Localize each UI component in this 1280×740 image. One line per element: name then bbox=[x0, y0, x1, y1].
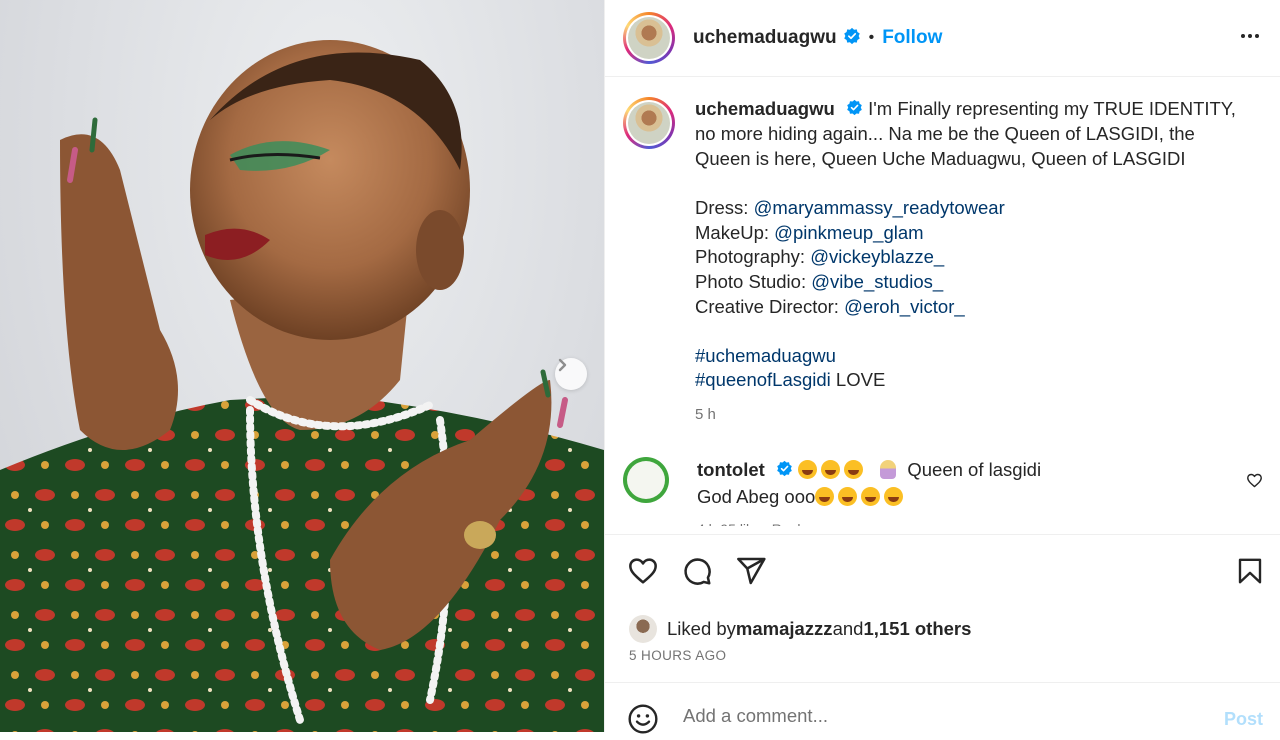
mention-link[interactable]: @eroh_victor_ bbox=[844, 296, 965, 317]
comments-area[interactable]: uchemaduagwu I'm Finally representing my… bbox=[605, 77, 1280, 534]
comment-meta: 4 h 95 likes Reply bbox=[697, 516, 1041, 526]
credit-line: MakeUp: @pinkmeup_glam bbox=[695, 221, 924, 243]
verified-badge-icon bbox=[776, 458, 793, 484]
laughing-emoji-icon bbox=[798, 460, 818, 479]
credit-line: Photography: @vickeyblazze_ bbox=[695, 246, 945, 268]
post-panel: uchemaduagwu • Follow uchemaduagwu I'm F… bbox=[604, 0, 1280, 734]
post-actions: Liked by mamajazzz and 1,151 others 5 HO… bbox=[605, 534, 1280, 685]
caption-username[interactable]: uchemaduagwu bbox=[695, 98, 835, 119]
verified-badge-icon bbox=[843, 27, 861, 50]
heart-icon bbox=[629, 558, 657, 584]
likes-count[interactable]: 1,151 others bbox=[863, 618, 971, 640]
mention-link[interactable]: @vickeyblazze_ bbox=[810, 246, 944, 267]
more-horizontal-icon bbox=[1241, 34, 1259, 38]
laughing-emoji-icon bbox=[815, 487, 835, 507]
laughing-emoji-icon bbox=[844, 460, 864, 479]
mention-link[interactable]: @maryammassy_readytowear bbox=[754, 197, 1005, 218]
comment-like-button[interactable] bbox=[1246, 472, 1263, 494]
verified-badge-icon bbox=[846, 98, 863, 123]
liker-username[interactable]: mamajazzz bbox=[736, 618, 833, 640]
more-options-button[interactable] bbox=[1238, 24, 1262, 53]
comment-bubble-icon bbox=[684, 558, 711, 585]
caption: uchemaduagwu I'm Finally representing my… bbox=[623, 97, 1255, 428]
follow-button[interactable]: Follow bbox=[882, 27, 942, 49]
likes-prefix: Liked by bbox=[667, 618, 736, 639]
laughing-emoji-icon bbox=[838, 487, 858, 507]
mention-link[interactable]: @pinkmeup_glam bbox=[774, 222, 923, 243]
post-image bbox=[0, 40, 604, 732]
caption-avatar[interactable] bbox=[623, 97, 675, 149]
laughing-emoji-icon bbox=[884, 487, 904, 507]
separator-dot: • bbox=[868, 29, 875, 46]
hashtag-link[interactable]: #uchemaduagwu bbox=[695, 345, 836, 366]
liker-avatar[interactable] bbox=[629, 615, 657, 643]
commenter-username[interactable]: tontolet bbox=[697, 459, 765, 480]
caption-time: 5 h bbox=[695, 405, 716, 423]
commenter-avatar[interactable] bbox=[623, 457, 669, 503]
credit-line: Creative Director: @eroh_victor_ bbox=[695, 295, 965, 317]
smiley-icon bbox=[628, 704, 658, 734]
comment-button[interactable] bbox=[681, 555, 713, 592]
woman-emoji-icon bbox=[880, 460, 897, 479]
add-comment-bar: Post bbox=[605, 682, 1280, 734]
comment-text: Queen of lasgidi bbox=[907, 459, 1042, 480]
laughing-emoji-icon bbox=[821, 460, 841, 479]
author-username[interactable]: uchemaduagwu bbox=[693, 27, 837, 49]
comment-input[interactable] bbox=[683, 705, 1183, 727]
caption-suffix: LOVE bbox=[830, 369, 886, 391]
post-header: uchemaduagwu • Follow bbox=[605, 0, 1280, 77]
mention-link[interactable]: @vibe_studios_ bbox=[811, 271, 943, 292]
next-image-button[interactable] bbox=[555, 358, 587, 390]
like-button[interactable] bbox=[627, 555, 659, 592]
likes-middle: and bbox=[832, 618, 864, 639]
author-avatar[interactable] bbox=[623, 12, 675, 64]
comment-text-2: God Abeg ooo bbox=[697, 486, 816, 508]
share-button[interactable] bbox=[735, 555, 767, 592]
post-photo bbox=[0, 0, 604, 732]
emoji-picker-button[interactable] bbox=[627, 703, 659, 740]
paper-plane-icon bbox=[737, 557, 766, 585]
post-timestamp: 5 HOURS AGO bbox=[629, 648, 727, 663]
laughing-emoji-icon bbox=[861, 487, 881, 507]
bookmark-icon bbox=[1238, 558, 1262, 584]
credit-line: Photo Studio: @vibe_studios_ bbox=[695, 270, 944, 292]
credit-line: Dress: @maryammassy_readytowear bbox=[695, 197, 1005, 219]
comment-item: tontolet Queen of lasgidi God Abeg ooo bbox=[623, 457, 1263, 526]
save-button[interactable] bbox=[1235, 555, 1265, 592]
hashtag-link[interactable]: #queenofLasgidi bbox=[695, 369, 831, 390]
post-comment-button[interactable]: Post bbox=[1224, 709, 1263, 730]
chevron-right-icon bbox=[558, 358, 567, 372]
likes-summary: Liked by mamajazzz and 1,151 others bbox=[629, 615, 971, 643]
heart-icon bbox=[1247, 473, 1262, 488]
